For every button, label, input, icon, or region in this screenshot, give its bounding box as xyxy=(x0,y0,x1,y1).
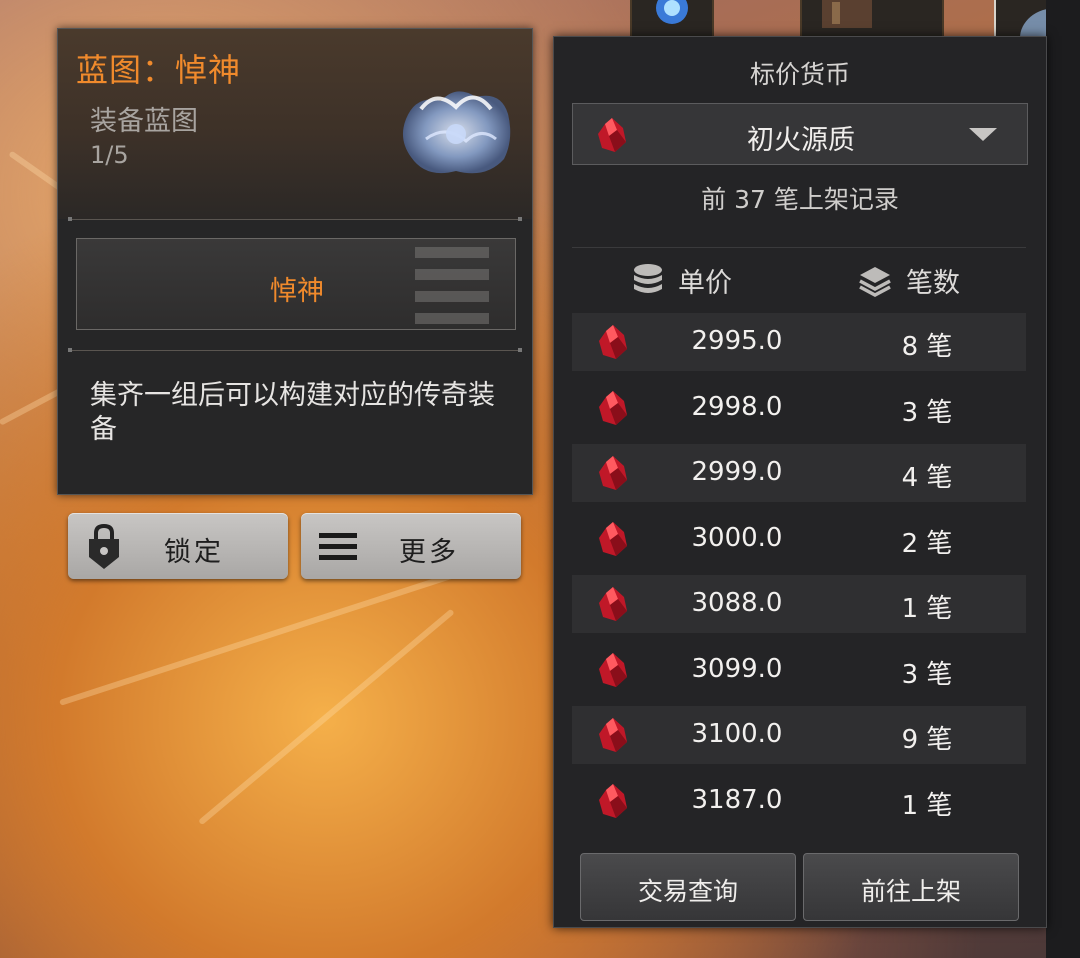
more-button[interactable]: 更多 xyxy=(301,513,521,579)
set-progress-bars xyxy=(415,247,489,335)
item-count: 1/5 xyxy=(90,141,129,169)
crystal-icon xyxy=(599,390,627,425)
row-price: 3187.0 xyxy=(691,784,783,815)
set-name-box: 悼神 xyxy=(76,238,516,330)
row-price: 3100.0 xyxy=(691,719,783,749)
stack-icon xyxy=(859,267,891,297)
go-list-button[interactable]: 前往上架 xyxy=(803,853,1019,921)
crystal-icon xyxy=(599,718,627,752)
blueprint-icon xyxy=(402,91,511,174)
row-price: 3088.0 xyxy=(691,588,783,618)
crystal-icon xyxy=(599,456,627,490)
panel-title: 标价货币 xyxy=(749,60,850,89)
currency-dropdown[interactable]: 初火源质 xyxy=(572,103,1028,165)
crystal-icon xyxy=(599,521,627,556)
more-label: 更多 xyxy=(399,537,459,568)
row-count: 1 笔 xyxy=(901,790,953,821)
row-count: 3 笔 xyxy=(901,659,953,690)
inventory-slot[interactable] xyxy=(800,0,944,40)
row-price: 2995.0 xyxy=(691,326,783,356)
lock-label: 锁定 xyxy=(164,537,224,568)
inventory-strip xyxy=(1046,0,1080,958)
currency-name: 初火源质 xyxy=(747,125,855,156)
row-price: 3000.0 xyxy=(691,522,783,553)
lock-button[interactable]: 锁定 xyxy=(68,513,288,579)
divider xyxy=(68,217,522,221)
price-row[interactable]: 3187.0 1 笔 xyxy=(572,772,1026,830)
item-description: 集齐一组后可以构建对应的传奇装备 xyxy=(90,380,495,445)
column-header-count: 笔数 xyxy=(906,268,960,299)
trade-query-label: 交易查询 xyxy=(637,877,738,906)
price-row[interactable]: 3088.0 1 笔 xyxy=(572,575,1026,633)
row-count: 9 笔 xyxy=(901,725,953,755)
crystal-icon xyxy=(599,587,627,621)
row-price: 2999.0 xyxy=(691,457,783,487)
price-row[interactable]: 3000.0 2 笔 xyxy=(572,510,1026,568)
price-row[interactable]: 2995.0 8 笔 xyxy=(572,313,1026,371)
divider xyxy=(572,247,1026,248)
divider xyxy=(68,348,522,352)
price-panel: 标价货币 初火源质 前 37 笔上架记录 单价 笔数 2995.0 8 笔 29… xyxy=(553,36,1047,928)
inventory-slot[interactable] xyxy=(630,0,714,40)
row-count: 4 笔 xyxy=(901,463,953,493)
column-header-price: 单价 xyxy=(678,268,732,299)
lock-icon xyxy=(89,523,119,569)
crystal-icon xyxy=(599,325,627,359)
row-price: 2998.0 xyxy=(691,391,783,422)
coins-icon xyxy=(634,264,662,293)
item-title: 蓝图：悼神 xyxy=(76,51,242,89)
item-tooltip: 蓝图：悼神 装备蓝图 1/5 悼神 集齐一组后可以构建对应的传奇装备 xyxy=(57,28,533,495)
crystal-icon xyxy=(599,783,627,818)
price-list: 2995.0 8 笔 2998.0 3 笔 2999.0 4 笔 3000.0 … xyxy=(572,313,1026,837)
price-row[interactable]: 3099.0 3 笔 xyxy=(572,641,1026,699)
go-list-label: 前往上架 xyxy=(860,877,961,906)
row-count: 8 笔 xyxy=(901,332,953,362)
row-count: 2 笔 xyxy=(901,528,953,559)
row-price: 3099.0 xyxy=(691,653,783,684)
row-count: 3 笔 xyxy=(901,397,953,428)
price-row[interactable]: 2999.0 4 笔 xyxy=(572,444,1026,502)
trade-query-button[interactable]: 交易查询 xyxy=(580,853,796,921)
item-type: 装备蓝图 xyxy=(90,106,198,137)
record-count-text: 前 37 笔上架记录 xyxy=(701,185,899,214)
item-header: 蓝图：悼神 装备蓝图 1/5 xyxy=(58,29,532,219)
price-row[interactable]: 3100.0 9 笔 xyxy=(572,706,1026,764)
chevron-down-icon xyxy=(969,128,997,141)
row-count: 1 笔 xyxy=(901,594,953,624)
price-row[interactable]: 2998.0 3 笔 xyxy=(572,379,1026,437)
crystal-icon xyxy=(599,652,627,687)
menu-icon xyxy=(319,533,357,560)
